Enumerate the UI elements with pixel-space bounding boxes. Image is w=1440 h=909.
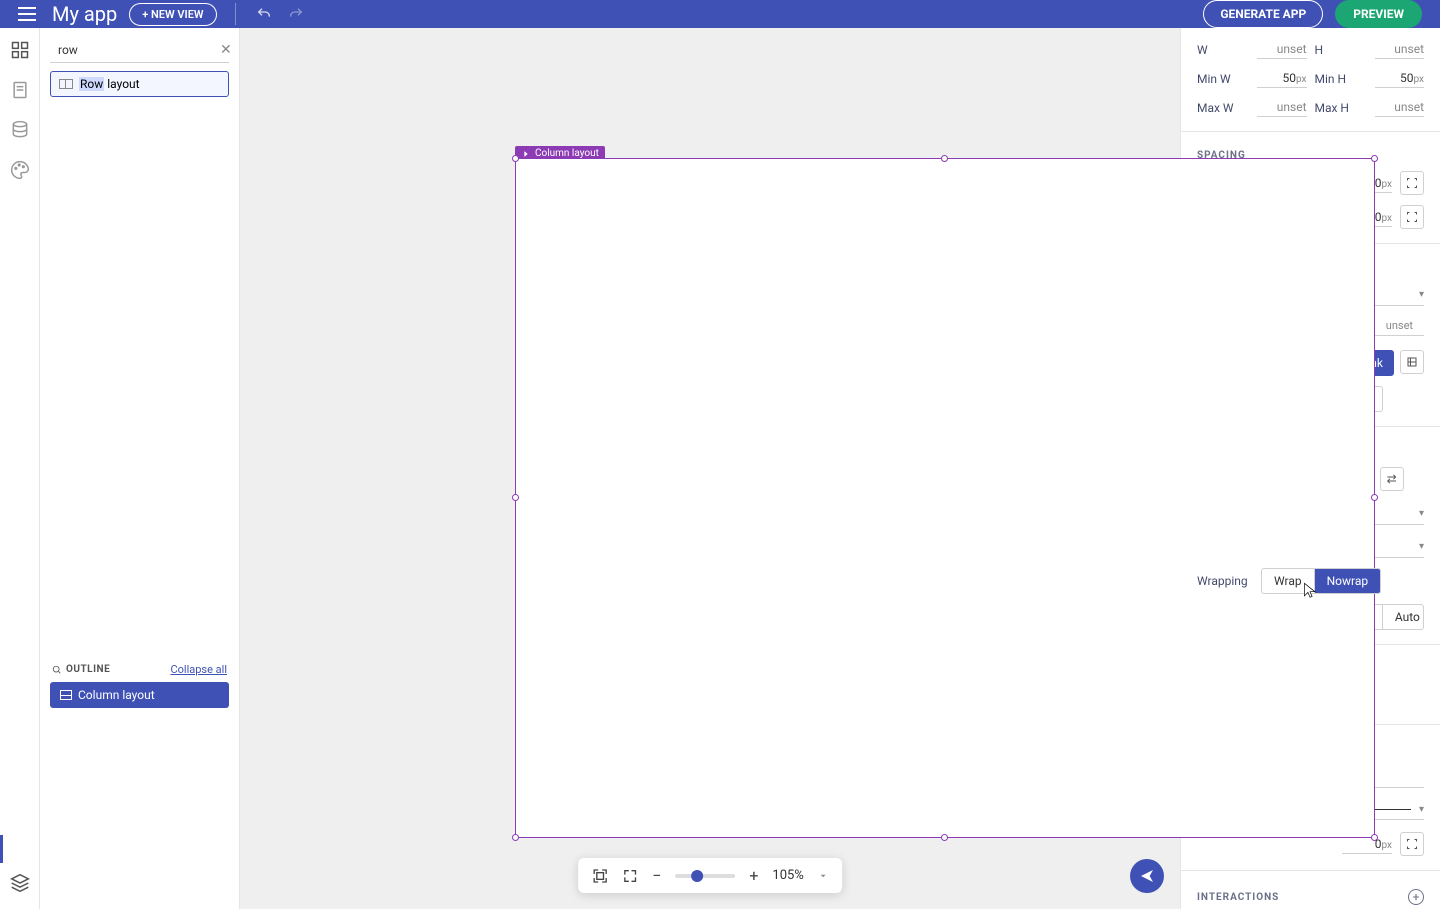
zoom-slider[interactable] [675,874,735,878]
resize-handle[interactable] [1371,155,1378,162]
swap-direction-icon[interactable]: ⇄ [1380,467,1404,491]
fullscreen-icon[interactable] [622,868,638,884]
send-button[interactable] [1130,859,1164,893]
chevron-down-icon[interactable] [818,871,828,881]
resize-handle[interactable] [512,494,519,501]
selection-icon [521,149,531,159]
h-label: H [1315,43,1371,57]
zoom-out-icon[interactable]: − [652,866,661,885]
canvas-frame[interactable] [515,158,1375,838]
generate-app-button[interactable]: GENERATE APP [1203,0,1323,28]
h-input[interactable]: unset [1375,40,1425,59]
resize-more-icon[interactable] [1400,350,1424,374]
canvas[interactable]: Column layout − + 105% [240,28,1180,909]
resize-handle[interactable] [1371,834,1378,841]
wrapping-toggle: Wrap Nowrap [1261,568,1381,594]
page-icon[interactable] [10,80,30,100]
menu-icon[interactable] [18,7,36,21]
maxh-input[interactable]: unset [1375,98,1425,117]
search-result-row-layout[interactable]: Row layout [50,71,229,97]
expand-padding-icon[interactable] [1400,205,1424,229]
maxw-label: Max W [1197,101,1253,115]
search-input-wrapper: ✕ [50,38,229,63]
app-header: My app + NEW VIEW GENERATE APP PREVIEW [0,0,1440,28]
outline-item-label: Column layout [78,688,155,702]
resize-handle[interactable] [941,155,948,162]
cursor-icon [1303,582,1317,600]
search-small-icon [52,665,62,675]
resize-handle[interactable] [512,834,519,841]
send-icon [1139,868,1155,884]
column-layout-icon [60,690,72,700]
outline-item-column-layout[interactable]: Column layout [50,682,229,708]
resize-handle[interactable] [941,834,948,841]
layers-icon[interactable] [10,873,30,893]
tool-rail [0,28,40,909]
overflow-auto-button[interactable]: Auto [1383,605,1424,629]
fit-icon[interactable] [592,868,608,884]
new-view-button[interactable]: + NEW VIEW [129,3,216,26]
resize-handle[interactable] [1371,494,1378,501]
outline-panel: OUTLINE Collapse all Column layout [50,657,229,708]
outline-title: OUTLINE [52,664,110,675]
collapse-all-link[interactable]: Collapse all [170,663,227,676]
rail-active-indicator [0,835,3,863]
minh-label: Min H [1315,72,1371,86]
divider [235,3,236,25]
clear-search-icon[interactable]: ✕ [220,42,232,58]
result-label: Row layout [79,77,140,91]
interactions-title: INTERACTIONS [1197,892,1279,903]
nowrap-button[interactable]: Nowrap [1315,569,1381,593]
app-title: My app [52,2,117,26]
zoom-value: 105% [772,868,803,883]
minw-input[interactable]: 50px [1257,69,1307,88]
database-icon[interactable] [10,120,30,140]
component-sidebar: ✕ Row layout OUTLINE Collapse all Column… [40,28,240,909]
zoom-toolbar: − + 105% [578,858,842,893]
search-input[interactable] [58,43,214,57]
expand-border-icon[interactable] [1400,832,1424,856]
maxh-label: Max H [1315,101,1371,115]
w-label: W [1197,43,1253,57]
preview-button[interactable]: PREVIEW [1335,0,1422,28]
minw-label: Min W [1197,72,1253,86]
wrapping-label: Wrapping [1197,574,1253,588]
components-icon[interactable] [10,40,30,60]
row-layout-icon [59,79,73,89]
palette-icon[interactable] [10,160,30,180]
expand-margin-icon[interactable] [1400,171,1424,195]
minh-input[interactable]: 50px [1375,69,1425,88]
undo-icon[interactable] [254,4,274,24]
add-interaction-icon[interactable]: + [1408,889,1424,905]
zoom-in-icon[interactable]: + [749,866,758,885]
w-input[interactable]: unset [1257,40,1307,59]
resize-handle[interactable] [512,155,519,162]
maxw-input[interactable]: unset [1257,98,1307,117]
redo-icon[interactable] [286,4,306,24]
offset-left-input[interactable]: unset [1375,316,1424,336]
